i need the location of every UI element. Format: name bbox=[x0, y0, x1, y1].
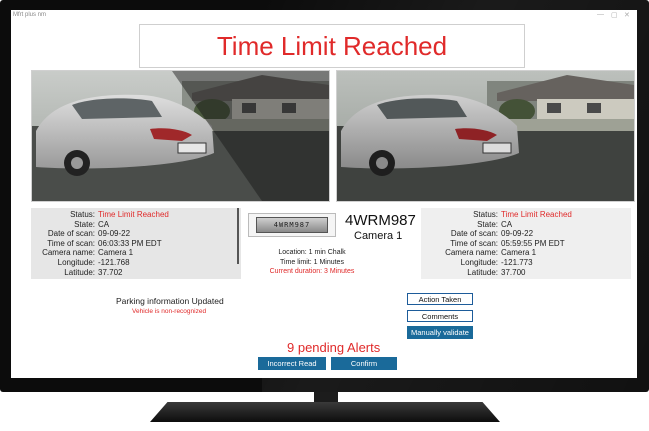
earlier-scan-details: Status: Time Limit Reached State: CA Date … bbox=[31, 208, 241, 280]
comments-button[interactable]: Comments bbox=[407, 310, 473, 322]
detail-row-time: Time of scan: 05:59:55 PM EDT bbox=[450, 238, 565, 248]
latest-scan-details: Status: Time Limit Reached State: CA Date … bbox=[421, 208, 631, 280]
detail-row-date: Date of scan: 09-09-22 bbox=[47, 229, 131, 239]
detail-row-date: Date of scan: 09-09-22 bbox=[450, 229, 534, 239]
detail-row-latitude: Latitude: 37.700 bbox=[467, 267, 526, 277]
pending-alerts-count: 9 pending Alerts bbox=[287, 340, 381, 355]
banner-text: Time Limit Reached bbox=[216, 30, 448, 61]
scan-photo-latest bbox=[336, 70, 635, 202]
scan-photo-earlier bbox=[31, 70, 330, 202]
close-icon[interactable]: ✕ bbox=[624, 11, 630, 19]
parking-rule-info: Location: 1 min Chalk Time limit: 1 Minu… bbox=[247, 248, 377, 277]
detail-row-camera: Camera name: Camera 1 bbox=[445, 248, 537, 258]
action-taken-button[interactable]: Action Taken bbox=[407, 293, 473, 305]
detail-row-status: Status: Time Limit Reached bbox=[473, 210, 572, 219]
monitor-bezel: Mfrt plus nm — ▢ ✕ Time Limit Reached St… bbox=[0, 0, 649, 392]
detail-row-longitude: Longitude: -121.773 bbox=[460, 257, 533, 267]
panel-divider bbox=[237, 208, 239, 264]
confirm-button[interactable]: Confirm bbox=[331, 357, 397, 370]
parking-updated-message: Parking information Updated bbox=[116, 296, 224, 306]
status-banner: Time Limit Reached bbox=[139, 24, 525, 68]
title-bar: Mfrt plus nm — ▢ ✕ bbox=[11, 10, 637, 22]
window-title: Mfrt plus nm bbox=[13, 12, 47, 18]
detail-row-status: Status: Time Limit Reached bbox=[70, 210, 169, 219]
manually-validate-button[interactable]: Manually validate bbox=[407, 326, 473, 339]
time-limit-text: Time limit: 1 Minutes bbox=[280, 258, 344, 266]
plate-number: 4WRM987 bbox=[345, 212, 416, 229]
camera-label: Camera 1 bbox=[354, 230, 403, 242]
detail-row-longitude: Longitude: -121.768 bbox=[57, 257, 130, 267]
detail-row-state: State: CA bbox=[477, 219, 513, 229]
location-text: Location: 1 min Chalk bbox=[278, 249, 346, 256]
plate-crop: 4WRM987 bbox=[248, 213, 336, 237]
detail-row-state: State: CA bbox=[74, 219, 110, 229]
detail-row-latitude: Latitude: 37.702 bbox=[64, 267, 123, 277]
detail-row-time: Time of scan: 06:03:33 PM EDT bbox=[47, 238, 162, 248]
vehicle-nonrecognized-message: Vehicle is non-recognized bbox=[132, 308, 207, 315]
incorrect-read-button[interactable]: Incorrect Read bbox=[258, 357, 326, 370]
monitor-stand bbox=[150, 402, 500, 422]
minimize-icon[interactable]: — bbox=[597, 11, 604, 18]
current-duration-text: Current duration: 3 Minutes bbox=[269, 268, 355, 275]
detail-row-camera: Camera name: Camera 1 bbox=[42, 248, 134, 258]
app-window: Mfrt plus nm — ▢ ✕ Time Limit Reached St… bbox=[11, 10, 637, 378]
plate-crop-image: 4WRM987 bbox=[256, 217, 328, 233]
maximize-icon[interactable]: ▢ bbox=[611, 11, 618, 19]
